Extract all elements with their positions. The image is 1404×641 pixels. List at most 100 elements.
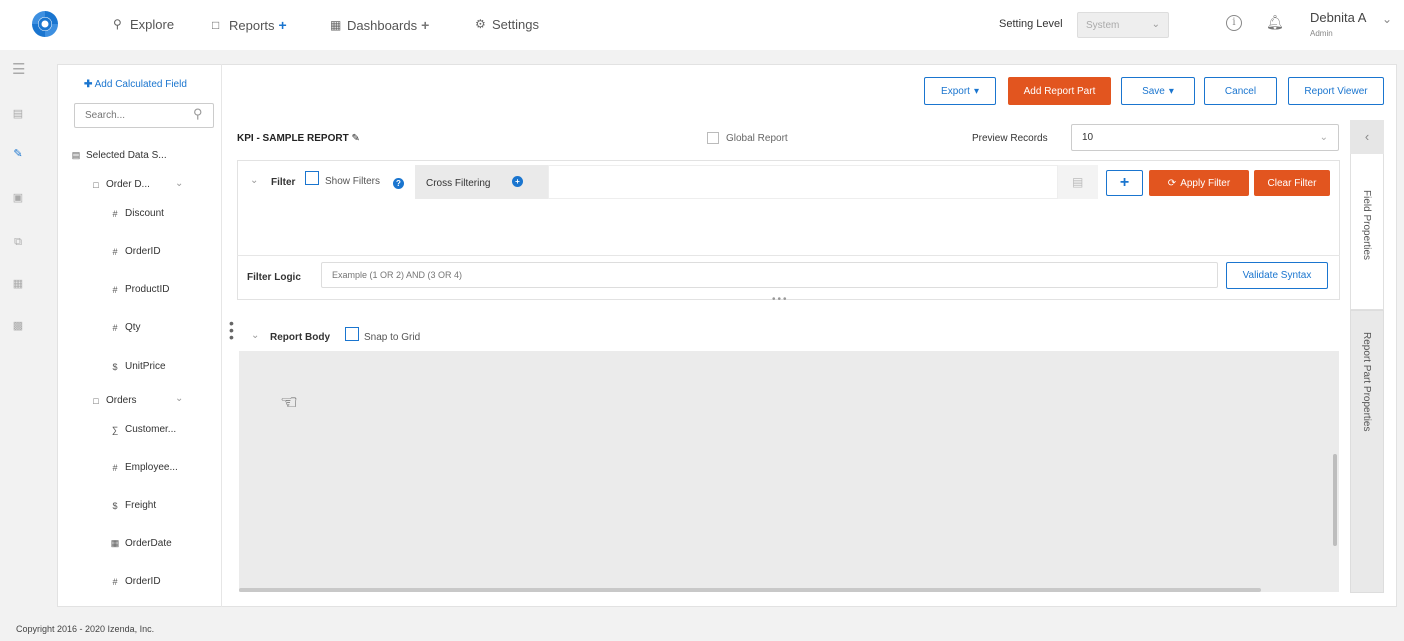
nav-explore[interactable]: ⚲ Explore [113,17,174,32]
search-icon[interactable]: ⚲ [193,106,203,122]
field-item[interactable]: # OrderID [110,576,161,587]
tree-node-data-source[interactable]: ▤ Selected Data S... [71,150,167,161]
field-item[interactable]: # Discount [110,208,163,219]
global-report-checkbox[interactable] [707,132,719,144]
cancel-button[interactable]: Cancel [1204,77,1277,105]
add-calculated-field-label: Add Calculated Field [94,79,187,90]
tree-label: Orders [106,395,137,406]
filter-logic-label: Filter Logic [247,272,301,283]
plus-icon: + [1119,174,1130,191]
grid-icon[interactable]: ▦ [12,278,24,290]
validate-syntax-button[interactable]: Validate Syntax [1226,262,1328,289]
user-name[interactable]: Debnita A [1310,10,1366,25]
tree-label: Selected Data S... [86,150,167,161]
dashboard-grid-icon: ▦ [330,17,342,32]
info-icon[interactable]: + [512,176,523,187]
add-dashboard-icon[interactable]: + [421,17,429,33]
chevron-down-icon: ⌄ [1319,132,1328,143]
chart-icon[interactable]: ▩ [12,320,24,332]
resize-handle-icon[interactable]: ••• [772,294,789,305]
pencil-icon[interactable]: ✎ [351,133,359,144]
izenda-logo-icon[interactable] [30,9,60,39]
horizontal-scrollbar[interactable] [239,588,1261,592]
filter-label: Filter [271,177,296,188]
chevron-left-icon[interactable]: ‹ [1350,120,1384,154]
tree-node-order-details[interactable]: □ Order D... [91,179,150,190]
copy-icon[interactable]: ⧉ [12,236,24,248]
report-viewer-button[interactable]: Report Viewer [1288,77,1384,105]
field-item[interactable]: # OrderID [110,246,160,257]
question-icon[interactable]: ? [393,178,404,189]
currency-field-icon: $ [112,361,118,372]
info-icon[interactable]: i [1226,15,1242,31]
text-field-icon: ∑ [111,424,119,435]
add-filter-button[interactable]: + [1106,170,1143,196]
add-calculated-field-link[interactable]: ✚ Add Calculated Field [84,79,187,90]
add-report-icon[interactable]: + [279,17,287,33]
field-label: OrderID [125,576,161,587]
save-button[interactable]: Save ▾ [1121,77,1195,105]
report-title-text: KPI - SAMPLE REPORT [237,133,349,144]
chevron-down-icon[interactable]: ⌄ [251,330,259,341]
nav-reports[interactable]: □ Reports + [212,17,287,33]
field-item[interactable]: ∑ Customer... [110,424,176,435]
filter-logic-input[interactable] [321,262,1218,288]
database-icon: ▤ [71,150,81,160]
bell-icon[interactable]: 🔔︎ [1266,14,1284,31]
chevron-down-icon[interactable]: ⌄ [175,393,183,404]
report-designer-icon[interactable]: ✎ [12,148,24,160]
table-icon: □ [93,395,99,406]
field-label: OrderDate [125,538,172,549]
preview-records-value: 10 [1082,132,1094,143]
field-item[interactable]: # ProductID [110,284,169,295]
nav-settings[interactable]: ⚙ Settings [475,17,539,32]
show-filters-label: Show Filters [325,176,381,187]
setting-level-label: Setting Level [999,18,1063,30]
chevron-down-icon: ⌄ [1151,19,1160,30]
nav-explore-label: Explore [130,17,175,32]
refresh-icon: ⟳ [1167,177,1177,189]
field-item[interactable]: # Qty [110,322,140,333]
tree-label: Order D... [106,179,150,190]
number-field-icon: # [112,284,118,295]
drag-handle-icon[interactable]: • • • [229,316,235,344]
field-label: ProductID [125,284,170,295]
filter-drop-zone[interactable] [548,165,1058,199]
plus-icon: ✚ [84,79,93,90]
export-label: Export [941,85,970,97]
nav-dashboards[interactable]: ▦ Dashboards + [330,17,429,33]
top-nav-bar: ⚲ Explore □ Reports + ▦ Dashboards + ⚙ S… [0,0,1404,50]
save-label: Save [1142,85,1165,97]
field-item[interactable]: # Employee... [110,462,177,473]
field-item[interactable]: $ Freight [110,500,156,511]
chevron-down-icon[interactable]: ⌄ [175,178,183,189]
export-button[interactable]: Export ▾ [924,77,996,105]
setting-level-select[interactable]: System ⌄ [1077,12,1169,38]
apply-filter-button[interactable]: ⟳ Apply Filter [1149,170,1249,196]
folder-icon: □ [212,17,220,32]
report-title[interactable]: KPI - SAMPLE REPORT ✎ [237,133,360,144]
add-report-part-button[interactable]: Add Report Part [1008,77,1111,105]
nav-dashboards-label: Dashboards [347,17,418,33]
preview-records-select[interactable]: 10 ⌄ [1071,124,1339,151]
chevron-down-icon[interactable]: ⌄ [250,175,258,186]
calendar-field-icon: ▦ [110,538,120,548]
clear-filter-button[interactable]: Clear Filter [1254,170,1330,196]
cross-filtering-label: Cross Filtering [426,178,491,189]
report-body-canvas[interactable] [239,351,1339,592]
tree-node-orders[interactable]: □ Orders [91,395,137,406]
user-role: Admin [1310,29,1333,38]
vertical-scrollbar[interactable] [1333,454,1337,546]
user-menu-chevron-icon[interactable]: ⌄ [1382,12,1392,26]
report-list-icon[interactable]: ▤ [12,108,24,120]
monitor-icon[interactable]: ▣ [12,192,24,204]
field-item[interactable]: $ UnitPrice [110,361,165,372]
field-item[interactable]: ▦ OrderDate [110,538,172,549]
hamburger-menu-icon[interactable]: ☰ [12,62,25,77]
snap-to-grid-checkbox[interactable] [345,327,359,341]
currency-field-icon: $ [112,500,118,511]
show-filters-checkbox[interactable] [305,171,319,185]
number-field-icon: # [112,208,118,219]
trash-icon[interactable]: ▤ [1072,175,1083,189]
search-icon: ⚲ [113,17,122,31]
